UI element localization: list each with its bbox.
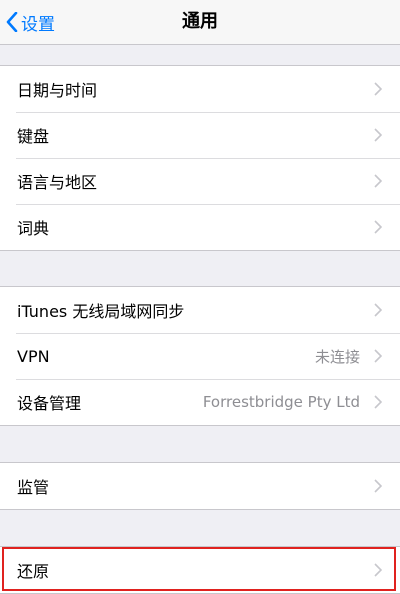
row-label: iTunes 无线局域网同步: [17, 302, 185, 321]
row-label: 监管: [17, 478, 50, 497]
settings-group-4: 还原: [0, 546, 400, 594]
row-date-time[interactable]: 日期与时间: [0, 66, 400, 112]
row-label: 词典: [17, 219, 50, 238]
chevron-right-icon: [374, 174, 382, 188]
chevron-right-icon: [374, 563, 382, 577]
chevron-right-icon: [374, 349, 382, 363]
page-title: 通用: [182, 11, 218, 32]
row-keyboard[interactable]: 键盘: [0, 112, 400, 158]
row-label: 键盘: [17, 127, 50, 146]
settings-group-3: 监管: [0, 462, 400, 510]
row-supervision[interactable]: 监管: [0, 463, 400, 509]
row-label: 设备管理: [17, 394, 82, 413]
device-management-value: Forrestbridge Pty Ltd: [202, 393, 360, 411]
navigation-bar: 设置 通用: [0, 0, 400, 45]
row-dictionary[interactable]: 词典: [0, 204, 400, 250]
row-label: 语言与地区: [17, 173, 98, 192]
chevron-right-icon: [374, 395, 382, 409]
row-label: 还原: [17, 562, 50, 581]
settings-group-1: 日期与时间 键盘 语言与地区 词典: [0, 65, 400, 251]
row-label: 日期与时间: [17, 81, 98, 100]
row-vpn[interactable]: VPN 未连接: [0, 333, 400, 379]
row-language-region[interactable]: 语言与地区: [0, 158, 400, 204]
chevron-right-icon: [374, 220, 382, 234]
row-itunes-wifi-sync[interactable]: iTunes 无线局域网同步: [0, 287, 400, 333]
row-device-management[interactable]: 设备管理 Forrestbridge Pty Ltd: [0, 379, 400, 425]
row-reset[interactable]: 还原: [0, 547, 400, 593]
chevron-right-icon: [374, 82, 382, 96]
chevron-right-icon: [374, 128, 382, 142]
settings-group-2: iTunes 无线局域网同步 VPN 未连接 设备管理 Forrestbridg…: [0, 286, 400, 426]
vpn-status-value: 未连接: [314, 347, 360, 366]
chevron-right-icon: [374, 479, 382, 493]
chevron-right-icon: [374, 303, 382, 317]
row-label: VPN: [17, 346, 50, 366]
